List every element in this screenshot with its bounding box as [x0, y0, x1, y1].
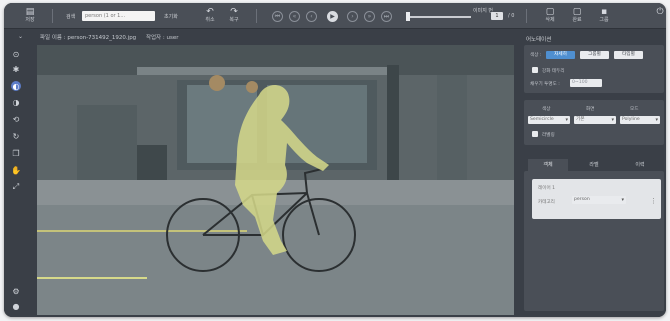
undo-icon: ↶ [206, 6, 214, 17]
prev-10-button[interactable]: « [289, 11, 300, 22]
mode-detail-button[interactable]: 자세히 [546, 51, 575, 59]
info-icon[interactable]: ● [11, 301, 21, 311]
image-canvas[interactable] [37, 45, 514, 315]
collapse-icon[interactable]: ⌄ [18, 33, 23, 40]
file-info: 파일 이름 : person-731492_1920.jpg 작업자 : use… [40, 33, 186, 41]
settings-button[interactable]: ⏻ [654, 6, 666, 17]
object-card[interactable]: 레이어 1 카테고리 person ⋮ [532, 179, 661, 219]
panel-title: 어노테이션 [526, 37, 552, 43]
brush-tool-icon[interactable]: ◐ [11, 81, 21, 91]
tool-sidebar: ⊙ ✱ ◐ ◑ ⟲ ↻ ❐ ✋ ⤢ ⚙ ● [4, 29, 28, 317]
play-button[interactable]: ▶ [327, 11, 338, 22]
worker-name: 작업자 : user [145, 35, 179, 41]
mode-group-button[interactable]: 그룹별 [580, 51, 609, 59]
view-select[interactable]: 기본 [574, 116, 616, 124]
complete-icon: ▢ [572, 6, 582, 17]
street-photo [37, 45, 514, 315]
tab-objects[interactable]: 객체 [528, 159, 568, 171]
mode-label: 색상 : [530, 53, 542, 58]
toolbar-divider [526, 9, 527, 23]
redo-button[interactable]: ↷ 복구 [228, 6, 240, 23]
delete-button[interactable]: ▢ 삭제 [544, 6, 556, 23]
group-icon: ▪ [600, 6, 608, 17]
object-list: 레이어 1 카테고리 person ⋮ [524, 171, 664, 311]
power-icon: ⏻ [656, 6, 664, 17]
search-reset-button[interactable]: 초기화 [164, 13, 178, 20]
filter-header: 색상 [542, 107, 551, 112]
page-label: 이미지 번 [473, 8, 493, 14]
frame-slider-track[interactable] [409, 16, 471, 18]
more-icon[interactable]: ⋮ [650, 197, 657, 205]
frame-slider-handle[interactable] [406, 12, 410, 21]
display-options: 색상 : 자세히 그룹별 타입별 강화 테두리 채우기 투명도 : 0~100 [524, 45, 664, 93]
labeling-label: 라벨링 [542, 133, 555, 138]
class-label: 카테고리 [538, 200, 555, 205]
delete-icon: ▢ [545, 6, 555, 17]
eraser-tool-icon[interactable]: ◑ [11, 97, 21, 107]
select-tool-icon[interactable]: ⊙ [11, 49, 21, 59]
page-number-input[interactable]: 1 [491, 12, 503, 20]
prev-button[interactable]: ‹ [306, 11, 317, 22]
group-button[interactable]: ▪ 그룹 [598, 6, 610, 23]
pan-tool-icon[interactable]: ✋ [11, 165, 21, 175]
tab-labels[interactable]: 라벨 [574, 159, 614, 171]
toolbar-divider [256, 9, 257, 23]
page-total: / 0 [508, 13, 515, 19]
top-toolbar: ▤ 저장 검색 초기화 ↶ 취소 ↷ 복구 ⏮ « ‹ ▶ › » ⏭ 이미지 … [4, 3, 666, 29]
color-select[interactable]: Semicircle [528, 116, 570, 124]
undo-button[interactable]: ↶ 취소 [204, 6, 216, 23]
tab-history[interactable]: 이력 [620, 159, 660, 171]
filter-options: 색상 화면 모드 Semicircle 기본 Polyline 라벨링 [524, 100, 664, 145]
first-page-button[interactable]: ⏮ [272, 11, 283, 22]
magic-tool-icon[interactable]: ✱ [11, 64, 21, 74]
next-button[interactable]: › [347, 11, 358, 22]
object-label: 레이어 1 [538, 186, 556, 191]
app-window: ▤ 저장 검색 초기화 ↶ 취소 ↷ 복구 ⏮ « ‹ ▶ › » ⏭ 이미지 … [4, 3, 666, 317]
file-name: 파일 이름 : person-731492_1920.jpg [40, 35, 137, 41]
filter-header: 모드 [630, 107, 639, 112]
border-label: 강화 테두리 [542, 69, 565, 74]
filter-header: 화면 [586, 107, 595, 112]
class-select[interactable]: person [572, 196, 626, 204]
save-icon: ▤ [25, 6, 35, 17]
next-10-button[interactable]: » [364, 11, 375, 22]
opacity-label: 채우기 투명도 : [530, 82, 560, 87]
settings-icon[interactable]: ⚙ [11, 286, 21, 296]
opacity-input[interactable]: 0~100 [570, 79, 602, 87]
annotation-panel: 어노테이션 색상 : 자세히 그룹별 타입별 강화 테두리 채우기 투명도 : … [520, 29, 666, 317]
copy-tool-icon[interactable]: ❐ [11, 148, 21, 158]
border-checkbox[interactable] [532, 67, 538, 73]
last-page-button[interactable]: ⏭ [381, 11, 392, 22]
redo-icon: ↷ [230, 6, 238, 17]
rotate-tool-icon[interactable]: ↻ [11, 131, 21, 141]
search-input[interactable] [82, 11, 155, 21]
toolbar-divider [52, 9, 53, 23]
labeling-checkbox[interactable] [532, 131, 538, 137]
fit-screen-icon[interactable]: ⤢ [11, 182, 21, 192]
mode-type-button[interactable]: 타입별 [614, 51, 643, 59]
search-label: 검색 [66, 14, 76, 20]
mode-select[interactable]: Polyline [620, 116, 660, 124]
done-button[interactable]: ▢ 완료 [571, 6, 583, 23]
save-button[interactable]: ▤ 저장 [24, 6, 36, 23]
polygon-tool-icon[interactable]: ⟲ [11, 114, 21, 124]
